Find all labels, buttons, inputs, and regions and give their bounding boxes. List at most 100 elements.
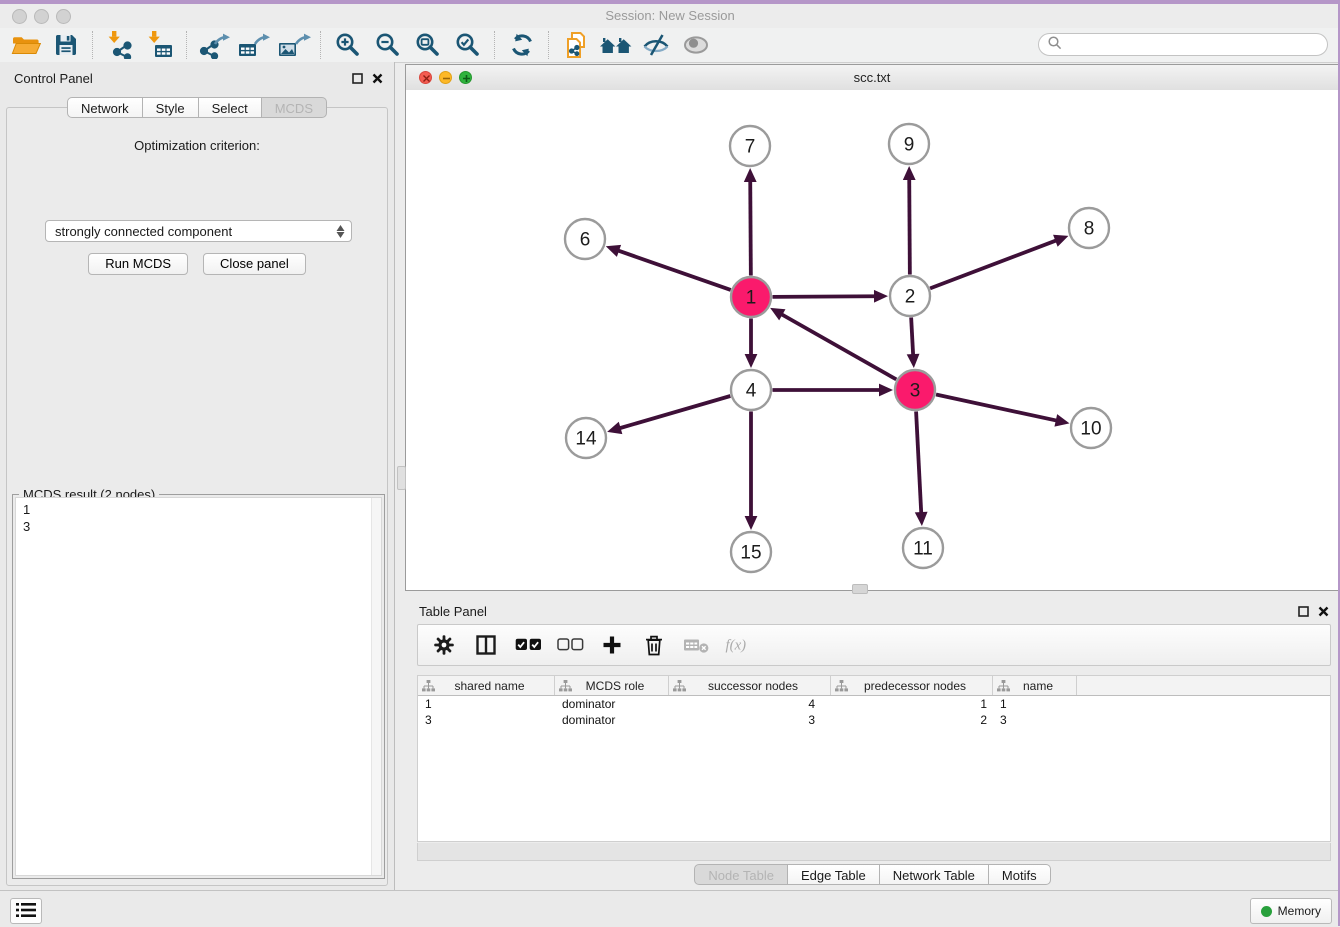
tab-network[interactable]: Network	[67, 97, 143, 118]
horizontal-splitter-grip[interactable]	[852, 584, 868, 594]
edge-arrowhead	[607, 422, 622, 434]
edge-1-2[interactable]	[772, 296, 876, 297]
control-panel: Control Panel NetworkStyleSelectMCDS Opt…	[0, 62, 395, 890]
table-panel: Table Panel f(x) shared nameMCDS rolesuc…	[405, 595, 1340, 890]
column-header-MCDS-role[interactable]: MCDS role	[555, 676, 669, 695]
cell-MCDS-role: dominator	[555, 712, 669, 728]
result-scrollbar[interactable]	[371, 498, 381, 875]
open-session-button[interactable]	[6, 30, 46, 60]
graph-node-label: 1	[746, 288, 757, 309]
edge-3-11[interactable]	[916, 411, 921, 514]
zoom-fit-button[interactable]	[408, 30, 448, 60]
edge-2-8[interactable]	[930, 240, 1057, 288]
network-window-titlebar[interactable]: scc.txt	[406, 65, 1338, 91]
column-header-predecessor-nodes[interactable]: predecessor nodes	[831, 676, 993, 695]
graph-node-label: 15	[740, 543, 761, 564]
table-scroll-strip[interactable]	[417, 843, 1331, 861]
copy-network-button[interactable]	[556, 30, 596, 60]
control-panel-tabs: NetworkStyleSelectMCDS	[0, 97, 394, 118]
window-title: Session: New Session	[0, 8, 1340, 23]
delete-table-button[interactable]	[682, 630, 710, 660]
edge-1-6[interactable]	[617, 250, 731, 290]
graph-node-label: 3	[910, 381, 921, 402]
import-network-button[interactable]	[100, 30, 140, 60]
hide-selected-button[interactable]	[636, 30, 676, 60]
search-input[interactable]	[1038, 33, 1328, 56]
network-window-title: scc.txt	[406, 70, 1338, 85]
criterion-value: strongly connected component	[55, 224, 232, 239]
column-label: name	[1010, 679, 1076, 693]
edge-arrowhead	[879, 384, 893, 397]
tab-motifs[interactable]: Motifs	[989, 864, 1051, 885]
memory-button[interactable]: Memory	[1250, 898, 1332, 924]
graph-node-label: 4	[746, 381, 757, 402]
close-panel-icon[interactable]	[370, 71, 384, 85]
export-table-button[interactable]	[234, 30, 274, 60]
tab-mcds[interactable]: MCDS	[262, 97, 327, 118]
table-toolbar: f(x)	[417, 624, 1331, 666]
edge-arrowhead	[915, 512, 928, 526]
export-network-button[interactable]	[194, 30, 234, 60]
node-table-header: shared name MCDS rolesuccessor nodesprede…	[418, 676, 1330, 696]
save-session-button[interactable]	[46, 30, 86, 60]
column-header-shared-name[interactable]: shared name	[418, 676, 555, 695]
close-panel-button[interactable]: Close panel	[203, 253, 306, 275]
tab-style[interactable]: Style	[143, 97, 199, 118]
close-table-panel-icon[interactable]	[1316, 604, 1330, 618]
deselect-all-button[interactable]	[556, 630, 584, 660]
gear-button[interactable]	[430, 630, 458, 660]
apply-layout-button[interactable]	[502, 30, 542, 60]
edge-arrowhead	[745, 516, 758, 530]
result-line: 1	[23, 501, 381, 518]
cell-name: 1	[993, 696, 1077, 712]
select-all-button[interactable]	[514, 630, 542, 660]
node-table-body: 1dominator4113dominator323	[418, 696, 1330, 728]
float-panel-icon[interactable]	[350, 71, 364, 85]
table-row[interactable]: 3dominator323	[418, 712, 1330, 728]
export-image-button[interactable]	[274, 30, 314, 60]
graph-node-label: 8	[1084, 219, 1095, 240]
columns-button[interactable]	[472, 630, 500, 660]
run-mcds-button[interactable]: Run MCDS	[88, 253, 188, 275]
network-graph[interactable]: 7968124314101511	[406, 90, 1338, 590]
edge-3-1[interactable]	[781, 314, 897, 380]
cell-name: 3	[993, 712, 1077, 728]
import-table-button[interactable]	[140, 30, 180, 60]
column-header-name[interactable]: name	[993, 676, 1077, 695]
task-history-button[interactable]	[10, 898, 42, 924]
zoom-out-button[interactable]	[368, 30, 408, 60]
table-row[interactable]: 1dominator411	[418, 696, 1330, 712]
float-table-panel-icon[interactable]	[1296, 604, 1310, 618]
criterion-dropdown[interactable]: strongly connected component	[45, 220, 352, 242]
network-canvas[interactable]: 7968124314101511	[406, 90, 1338, 590]
tab-edge-table[interactable]: Edge Table	[788, 864, 880, 885]
edge-arrowhead	[874, 290, 888, 303]
delete-button[interactable]	[640, 630, 668, 660]
memory-status-icon	[1261, 906, 1272, 917]
zoom-in-button[interactable]	[328, 30, 368, 60]
edge-3-10[interactable]	[936, 395, 1058, 421]
tab-node-table[interactable]: Node Table	[694, 864, 788, 885]
column-label: MCDS role	[572, 679, 668, 693]
tab-network-table[interactable]: Network Table	[880, 864, 989, 885]
column-header-successor-nodes[interactable]: successor nodes	[669, 676, 831, 695]
edge-4-14[interactable]	[619, 396, 731, 428]
mcds-result-textarea[interactable]: 13	[15, 497, 382, 876]
tab-select[interactable]: Select	[199, 97, 262, 118]
network-view-window: scc.txt 7968124314101511	[405, 64, 1339, 591]
add-button[interactable]	[598, 630, 626, 660]
column-type-icon	[673, 680, 686, 692]
first-neighbors-button[interactable]	[596, 30, 636, 60]
edge-2-3[interactable]	[911, 317, 913, 356]
edge-1-7[interactable]	[750, 180, 751, 276]
zoom-selected-button[interactable]	[448, 30, 488, 60]
vertical-splitter-grip[interactable]	[397, 466, 406, 490]
node-table[interactable]: shared name MCDS rolesuccessor nodesprede…	[417, 675, 1331, 842]
cell-shared-name: 1	[418, 696, 555, 712]
search-text[interactable]	[1063, 35, 1327, 55]
edge-2-9[interactable]	[909, 178, 910, 275]
main-toolbar	[0, 28, 1340, 63]
show-all-button[interactable]	[676, 30, 716, 60]
table-tabs: Node TableEdge TableNetwork TableMotifs	[405, 864, 1340, 885]
function-button[interactable]: f(x)	[724, 630, 752, 660]
